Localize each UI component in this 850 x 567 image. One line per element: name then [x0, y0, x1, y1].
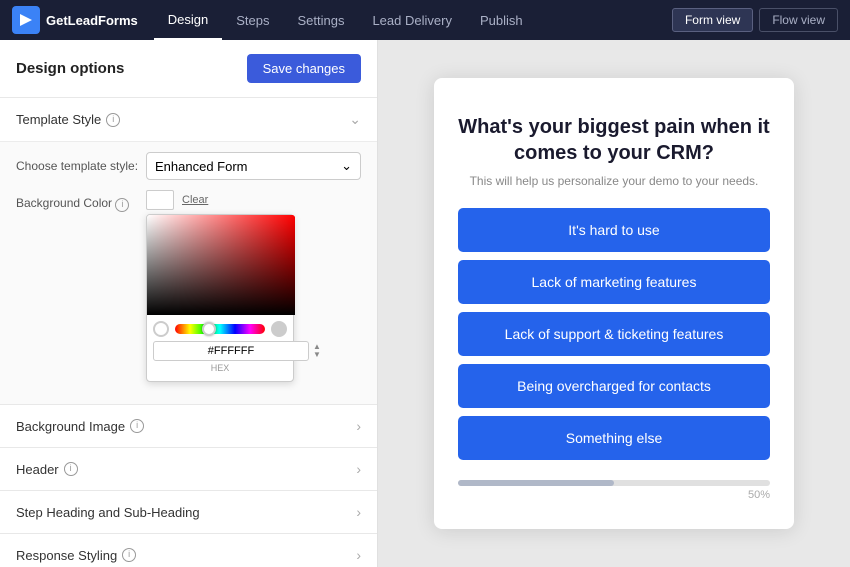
step-heading-label: Step Heading and Sub-Heading [16, 505, 200, 520]
color-picker-popup: ▲ ▼ HEX [146, 214, 294, 382]
progress-bar-fill [458, 480, 614, 486]
template-style-content: Choose template style: Enhanced Form ⌄ B… [0, 141, 377, 404]
template-style-chevron-down-icon: ⌄ [349, 111, 361, 128]
nav-settings[interactable]: Settings [283, 0, 358, 40]
header-label: Header [16, 462, 59, 477]
color-swatch[interactable] [146, 190, 174, 210]
template-style-dropdown-icon: ⌄ [341, 158, 352, 174]
option-something-else[interactable]: Something else [458, 416, 770, 460]
panel-title: Design options [16, 60, 124, 77]
template-style-label: Template Style [16, 112, 101, 127]
header-chevron-icon: › [356, 461, 361, 477]
template-style-section: Template Style i ⌄ Choose template style… [0, 97, 377, 404]
progress-bar-track [458, 480, 770, 486]
right-panel: What's your biggest pain when it comes t… [378, 40, 850, 567]
color-gradient-sat [147, 215, 295, 315]
progress-bar-container: 50% [458, 480, 770, 501]
panel-header: Design options Save changes [0, 40, 377, 97]
step-heading-row[interactable]: Step Heading and Sub-Heading › [0, 490, 377, 533]
header-info-icon: i [64, 462, 78, 476]
template-style-info-icon: i [106, 113, 120, 127]
bg-color-row: Background Color i Clear [16, 190, 361, 382]
progress-label: 50% [458, 489, 770, 501]
nav-right: Form view Flow view [672, 8, 838, 32]
choose-template-label: Choose template style: [16, 159, 146, 173]
picker-circle [153, 321, 169, 337]
hue-slider [175, 324, 265, 334]
left-panel: Design options Save changes Template Sty… [0, 40, 378, 567]
flow-view-button[interactable]: Flow view [759, 8, 838, 32]
nav-lead-delivery[interactable]: Lead Delivery [358, 0, 466, 40]
response-styling-info-icon: i [122, 548, 136, 562]
nav-steps[interactable]: Steps [222, 0, 283, 40]
hue-thumb [202, 322, 216, 336]
hex-down-arrow-icon[interactable]: ▼ [313, 351, 321, 359]
option-support-ticketing[interactable]: Lack of support & ticketing features [458, 312, 770, 356]
form-options: It's hard to use Lack of marketing featu… [458, 208, 770, 460]
alpha-circle [271, 321, 287, 337]
bg-image-info-icon: i [130, 419, 144, 433]
logo-area: GetLeadForms [12, 6, 138, 34]
bg-color-right: Clear [146, 190, 361, 382]
bg-image-row[interactable]: Background Image i › [0, 404, 377, 447]
form-question: What's your biggest pain when it comes t… [458, 114, 770, 166]
template-style-select[interactable]: Enhanced Form ⌄ [146, 152, 361, 180]
hex-arrows: ▲ ▼ [313, 343, 321, 359]
color-preview-row: Clear [146, 190, 361, 210]
hex-label: HEX [147, 361, 293, 373]
nav-publish[interactable]: Publish [466, 0, 537, 40]
main-layout: Design options Save changes Template Sty… [0, 40, 850, 567]
hex-input[interactable] [153, 341, 309, 361]
option-hard-to-use[interactable]: It's hard to use [458, 208, 770, 252]
response-styling-row[interactable]: Response Styling i › [0, 533, 377, 567]
nav-links: Design Steps Settings Lead Delivery Publ… [154, 0, 672, 40]
hue-slider-container[interactable] [175, 324, 265, 334]
form-preview: What's your biggest pain when it comes t… [434, 78, 794, 529]
logo-icon [12, 6, 40, 34]
top-nav: GetLeadForms Design Steps Settings Lead … [0, 0, 850, 40]
logo-text: GetLeadForms [46, 13, 138, 28]
step-heading-chevron-icon: › [356, 504, 361, 520]
choose-template-row: Choose template style: Enhanced Form ⌄ [16, 152, 361, 180]
save-changes-button[interactable]: Save changes [247, 54, 361, 83]
response-styling-label: Response Styling [16, 548, 117, 563]
bg-image-chevron-icon: › [356, 418, 361, 434]
bg-color-info-icon: i [115, 198, 129, 212]
option-marketing-features[interactable]: Lack of marketing features [458, 260, 770, 304]
bg-color-label: Background Color i [16, 190, 146, 212]
template-style-value: Enhanced Form [155, 159, 248, 174]
clear-link[interactable]: Clear [182, 194, 208, 206]
form-subtitle: This will help us personalize your demo … [458, 174, 770, 188]
hex-input-row: ▲ ▼ [147, 337, 293, 361]
response-styling-chevron-icon: › [356, 547, 361, 563]
nav-design[interactable]: Design [154, 0, 222, 40]
form-view-button[interactable]: Form view [672, 8, 753, 32]
option-overcharged[interactable]: Being overcharged for contacts [458, 364, 770, 408]
header-row[interactable]: Header i › [0, 447, 377, 490]
color-gradient[interactable] [147, 215, 295, 315]
picker-controls [147, 315, 293, 337]
bg-image-label: Background Image [16, 419, 125, 434]
template-style-header[interactable]: Template Style i ⌄ [0, 98, 377, 141]
